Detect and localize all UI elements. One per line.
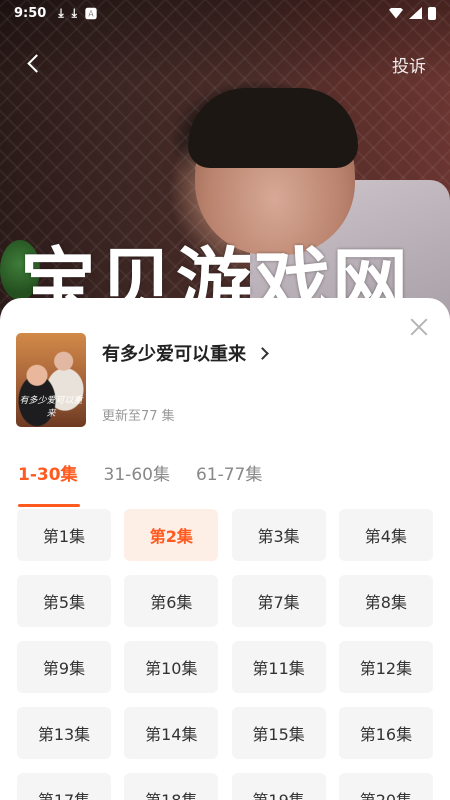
episode-button[interactable]: 第1集 <box>17 509 111 561</box>
status-time: 9:50 <box>14 5 47 21</box>
drama-poster[interactable]: 有多少爱可以重来 <box>16 333 86 427</box>
chevron-left-icon <box>26 53 46 73</box>
tab-1-30[interactable]: 1-30集 <box>18 460 80 507</box>
tab-31-60[interactable]: 31-60集 <box>104 460 170 507</box>
episode-button[interactable]: 第10集 <box>124 641 219 693</box>
episode-button[interactable]: 第9集 <box>17 641 111 693</box>
tab-label: 61-77集 <box>195 465 263 485</box>
episode-button[interactable]: 第12集 <box>338 641 433 693</box>
tab-61-77[interactable]: 61-77集 <box>196 460 262 507</box>
episode-button[interactable]: 第8集 <box>338 575 433 627</box>
chevron-right-icon <box>256 346 269 360</box>
episode-button[interactable]: 第13集 <box>17 707 111 759</box>
update-info: 更新至77 集 <box>102 409 175 424</box>
episode-button-active[interactable]: 第2集 <box>124 509 219 561</box>
episode-range-tabs: 1-30集 31-60集 61-77集 <box>18 460 262 507</box>
drama-title: 有多少爱可以重来 <box>102 344 246 365</box>
close-icon[interactable] <box>408 316 430 338</box>
episode-button[interactable]: 第15集 <box>231 707 326 759</box>
episode-sheet: 有多少爱可以重来 有多少爱可以重来 更新至77 集 1-30集 31-60集 6… <box>0 298 450 800</box>
text-a-icon: 🅰 <box>84 6 97 21</box>
signal-icon <box>409 7 422 19</box>
episode-button[interactable]: 第20集 <box>338 773 433 800</box>
status-bar: 9:50 ⤓ ⤓ 🅰 <box>0 0 450 26</box>
poster-caption: 有多少爱可以重来 <box>19 396 83 419</box>
episode-button[interactable]: 第19集 <box>231 773 326 800</box>
episode-button[interactable]: 第4集 <box>338 509 433 561</box>
wifi-icon <box>389 7 403 19</box>
episode-button[interactable]: 第14集 <box>124 707 219 759</box>
tab-label: 31-60集 <box>103 465 170 485</box>
episode-button[interactable]: 第6集 <box>124 575 219 627</box>
video-person-hair <box>188 88 358 168</box>
status-right-icons <box>389 6 436 20</box>
episode-button[interactable]: 第16集 <box>338 707 433 759</box>
episode-grid: 第1集 第2集 第3集 第4集 第5集 第6集 第7集 第8集 第9集 第10集… <box>17 509 435 800</box>
episode-button[interactable]: 第5集 <box>17 575 111 627</box>
download-icon: ⤓ <box>58 5 64 20</box>
report-button[interactable]: 投诉 <box>392 52 426 77</box>
episode-button[interactable]: 第11集 <box>231 641 326 693</box>
episode-button[interactable]: 第17集 <box>17 773 111 800</box>
battery-icon <box>428 6 436 20</box>
tab-label: 1-30集 <box>18 465 78 485</box>
back-button[interactable] <box>18 48 48 78</box>
download-icon: ⤓ <box>71 5 77 20</box>
episode-button[interactable]: 第3集 <box>231 509 326 561</box>
episode-button[interactable]: 第18集 <box>124 773 219 800</box>
tab-underline <box>18 504 80 507</box>
episode-button[interactable]: 第7集 <box>231 575 326 627</box>
drama-title-link[interactable]: 有多少爱可以重来 <box>102 340 269 366</box>
